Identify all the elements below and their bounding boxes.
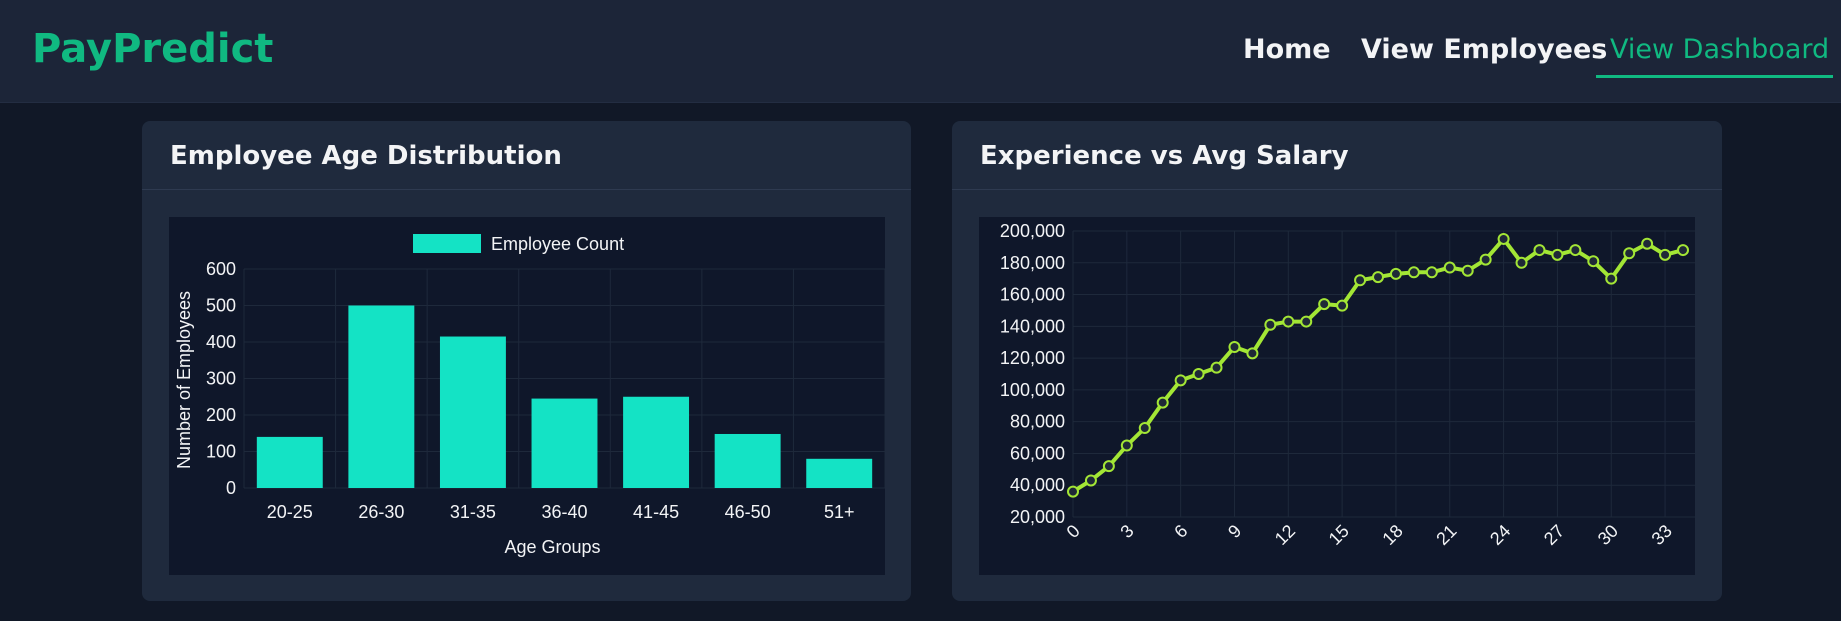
- y-tick-label: 200: [206, 405, 236, 425]
- y-tick-label: 40,000: [1010, 475, 1065, 495]
- y-tick-label: 300: [206, 369, 236, 389]
- x-tick-label: 18: [1378, 521, 1406, 549]
- legend-label: Employee Count: [491, 234, 624, 254]
- data-point-11: [1264, 318, 1277, 331]
- y-axis-title: Number of Employees: [174, 291, 194, 469]
- data-point-33: [1659, 248, 1672, 261]
- x-tick-label: 3: [1116, 521, 1137, 542]
- data-point-23: [1479, 253, 1492, 266]
- y-tick-label: 80,000: [1010, 412, 1065, 432]
- y-tick-label: 100,000: [1000, 380, 1065, 400]
- y-tick-label: 600: [206, 259, 236, 279]
- y-tick-label: 120,000: [1000, 348, 1065, 368]
- y-tick-label: 500: [206, 296, 236, 316]
- bar-20-25: [256, 436, 323, 488]
- card-divider: [952, 189, 1722, 190]
- salary-card: Experience vs Avg Salary 20,000 40,000 60,…: [952, 121, 1722, 601]
- data-point-28: [1569, 244, 1582, 257]
- active-nav-indicator: [1596, 75, 1833, 78]
- data-point-30: [1605, 272, 1618, 285]
- data-point-1: [1084, 474, 1097, 487]
- bar-51+: [806, 458, 873, 488]
- y-tick-label: 400: [206, 332, 236, 352]
- data-point-20: [1425, 266, 1438, 279]
- data-point-2: [1102, 460, 1115, 473]
- x-tick-label: 27: [1540, 521, 1568, 549]
- x-tick-label: 33: [1648, 521, 1676, 549]
- y-tick-label: 20,000: [1010, 507, 1065, 527]
- y-tick-label: 60,000: [1010, 443, 1065, 463]
- data-point-0: [1067, 485, 1079, 498]
- x-axis-title: Age Groups: [504, 537, 600, 557]
- x-tick-label: 20-25: [267, 502, 313, 522]
- x-tick-label: 51+: [824, 502, 855, 522]
- card-title: Employee Age Distribution: [170, 141, 562, 171]
- x-tick-label: 24: [1486, 521, 1514, 549]
- card-title: Experience vs Avg Salary: [980, 141, 1349, 171]
- data-point-10: [1246, 347, 1259, 360]
- y-tick-label: 0: [226, 478, 236, 498]
- data-point-13: [1300, 315, 1313, 328]
- x-tick-label: 9: [1224, 521, 1245, 542]
- data-point-25: [1515, 256, 1528, 269]
- x-tick-label: 6: [1170, 521, 1191, 542]
- legend-swatch: [413, 234, 481, 253]
- brand-logo[interactable]: PayPredict: [32, 26, 273, 72]
- data-point-12: [1282, 315, 1295, 328]
- data-point-6: [1174, 374, 1187, 387]
- data-point-29: [1587, 255, 1600, 268]
- x-tick-label: 0: [1063, 521, 1084, 542]
- y-tick-label: 180,000: [1000, 253, 1065, 273]
- salary-chart-container: 20,000 40,000 60,000 80,000 100,000 120,000 14…: [979, 217, 1695, 575]
- bar-46-50: [714, 433, 781, 488]
- data-point-16: [1354, 274, 1367, 287]
- x-tick-label: 31-35: [450, 502, 496, 522]
- x-tick-label: 30: [1594, 521, 1622, 549]
- salary-line-chart: 20,000 40,000 60,000 80,000 100,000 120,000 14…: [1000, 221, 1695, 549]
- y-tick-label: 140,000: [1000, 316, 1065, 336]
- bar-26-30: [348, 305, 415, 488]
- age-chart-container: 0 100 200 300 400 500 600 20-25 26-30 31-35 36-40 4…: [169, 217, 886, 575]
- y-tick-label: 160,000: [1000, 285, 1065, 305]
- data-point-32: [1641, 237, 1654, 250]
- x-tick-label: 12: [1271, 521, 1299, 549]
- bar-41-45: [623, 396, 690, 488]
- x-tick-label: 21: [1432, 521, 1460, 549]
- card-divider: [142, 189, 911, 190]
- data-point-18: [1389, 267, 1402, 280]
- data-point-22: [1461, 264, 1474, 277]
- nav-link-view-dashboard[interactable]: View Dashboard: [1610, 34, 1829, 65]
- data-point-5: [1156, 396, 1169, 409]
- data-point-7: [1192, 368, 1205, 380]
- data-point-34: [1677, 244, 1689, 257]
- y-tick-label: 100: [206, 442, 236, 462]
- data-point-8: [1210, 361, 1223, 374]
- x-tick-label: 26-30: [358, 502, 404, 522]
- nav-link-view-employees[interactable]: View Employees: [1361, 34, 1607, 65]
- data-point-19: [1407, 266, 1420, 279]
- x-tick-label: 46-50: [725, 502, 771, 522]
- data-point-4: [1138, 422, 1151, 435]
- data-point-14: [1318, 298, 1331, 311]
- data-point-17: [1372, 271, 1384, 284]
- bar-36-40: [531, 398, 598, 488]
- data-point-21: [1443, 261, 1456, 274]
- top-navbar: PayPredict Home View Employees View Dash…: [0, 0, 1841, 103]
- y-tick-label: 200,000: [1000, 221, 1065, 241]
- age-distribution-card: Employee Age Distribution 0 100 200 300 400 5…: [142, 121, 911, 601]
- x-tick-label: 15: [1325, 521, 1353, 549]
- data-point-26: [1533, 244, 1546, 257]
- data-point-27: [1551, 248, 1564, 261]
- x-tick-label: 41-45: [633, 502, 679, 522]
- x-tick-label: 36-40: [541, 502, 587, 522]
- age-bar-chart: 0 100 200 300 400 500 600 20-25 26-30 31-35 36-40 4…: [174, 234, 886, 557]
- data-point-9: [1228, 340, 1241, 353]
- nav-link-home[interactable]: Home: [1243, 34, 1331, 65]
- data-point-3: [1120, 439, 1133, 452]
- bar-31-35: [439, 336, 506, 488]
- data-point-24: [1497, 232, 1510, 245]
- data-point-31: [1623, 247, 1636, 260]
- data-point-15: [1336, 299, 1349, 312]
